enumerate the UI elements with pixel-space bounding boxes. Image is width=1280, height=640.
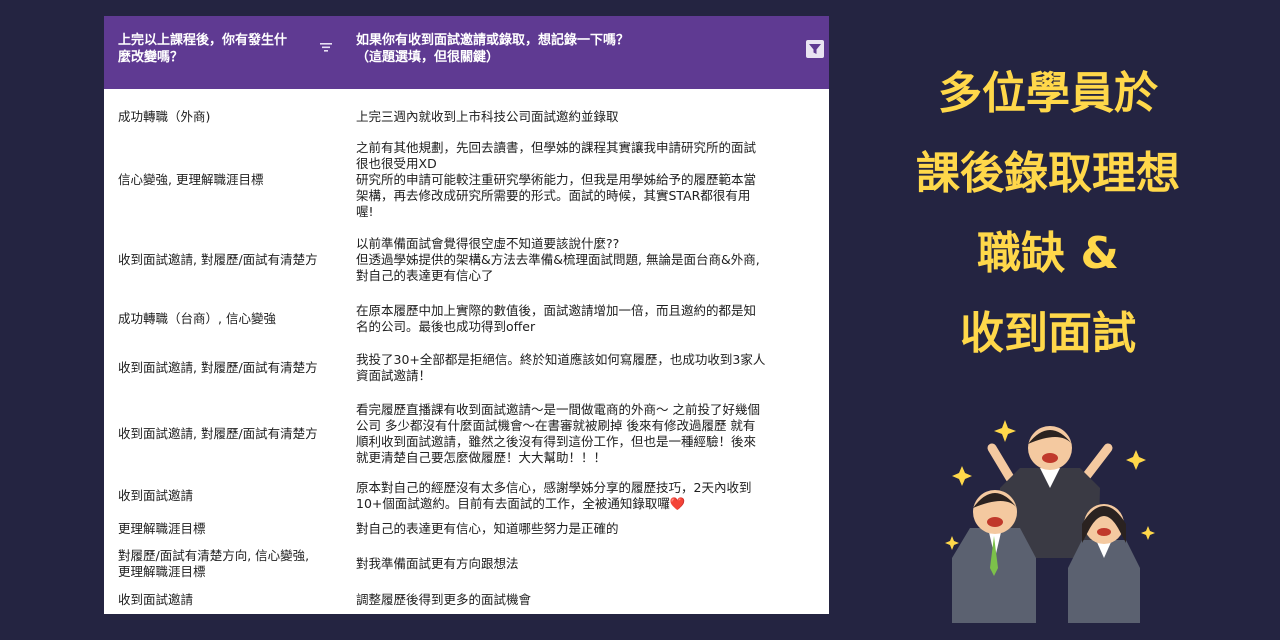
- table-row[interactable]: 對履歷/面試有清楚方向, 信心變強, 更理解職涯目標 對我準備面試更有方向跟想法: [104, 543, 829, 585]
- cell-text: 收到面試邀請, 對履歷/面試有清楚方: [118, 426, 318, 441]
- cell-text: 看完履歷直播課有收到面試邀請～是一間做電商的外商～ 之前投了好幾個: [356, 402, 760, 417]
- table-row[interactable]: 更理解職涯目標 對自己的表達更有信心，知道哪些努力是正確的: [104, 517, 829, 541]
- table-row[interactable]: 成功轉職（台商）, 信心變強 在原本履歷中加上實際的數值後，面試邀請增加一倍，而且…: [104, 296, 829, 342]
- cell-record: 在原本履歷中加上實際的數值後，面試邀請增加一倍，而且邀約的都是知 名的公司。最後也…: [356, 303, 821, 335]
- cell-record: 原本對自己的經歷沒有太多信心，感謝學姊分享的履歷技巧，2天內收到 10+個面試邀約…: [356, 480, 821, 512]
- cell-text: 名的公司。最後也成功得到offer: [356, 319, 536, 334]
- cell-text: 更理解職涯目標: [118, 564, 206, 579]
- filter-icon[interactable]: [806, 40, 824, 58]
- cell-change: 收到面試邀請: [118, 592, 348, 608]
- cell-text: 喔!: [356, 204, 374, 219]
- table-header: 上完以上課程後，你有發生什 麼改變嗎？ 如果你有收到面試邀請或錄取，想記錄一下嗎…: [104, 16, 829, 89]
- cell-change: 成功轉職（外商): [118, 109, 348, 125]
- cell-text: 收到面試邀請: [118, 592, 194, 607]
- cell-change: 信心變強, 更理解職涯目標: [118, 172, 348, 188]
- cell-text: 對我準備面試更有方向跟想法: [356, 556, 519, 571]
- response-sheet: 上完以上課程後，你有發生什 麼改變嗎？ 如果你有收到面試邀請或錄取，想記錄一下嗎…: [104, 16, 829, 614]
- table-row[interactable]: 收到面試邀請 調整履歷後得到更多的面試機會: [104, 588, 829, 612]
- cell-record: 上完三週內就收到上市科技公司面試邀約並錄取: [356, 109, 821, 125]
- cell-record: 對我準備面試更有方向跟想法: [356, 556, 821, 572]
- cell-text: 對自己的表達更有信心了: [356, 268, 494, 283]
- headline-line: 職缺 &: [977, 228, 1119, 279]
- cell-text: 10+個面試邀約。目前有去面試的工作，全被通知錄取囉❤️: [356, 496, 686, 511]
- cell-text: 原本對自己的經歷沒有太多信心，感謝學姊分享的履歷技巧，2天內收到: [356, 480, 752, 495]
- cell-text: 上完三週內就收到上市科技公司面試邀約並錄取: [356, 109, 619, 124]
- cell-change: 對履歷/面試有清楚方向, 信心變強, 更理解職涯目標: [118, 548, 348, 580]
- header-text: （這題選填，但很關鍵）: [356, 50, 500, 65]
- cell-change: 收到面試邀請, 對履歷/面試有清楚方: [118, 360, 348, 376]
- cell-text: 資面試邀請！: [356, 368, 432, 383]
- cell-text: 我投了30+全部都是拒絕信。終於知道應該如何寫履歷，也成功收到3家人: [356, 352, 766, 367]
- cell-text: 順利收到面試邀請，雖然之後沒有得到這份工作，但也是一種經驗！後來: [356, 434, 757, 449]
- cell-text: 調整履歷後得到更多的面試機會: [356, 592, 532, 607]
- headline-line: 多位學員於: [938, 68, 1158, 119]
- header-text: 如果你有收到面試邀請或錄取，想記錄一下嗎？: [356, 33, 630, 48]
- table-row[interactable]: 收到面試邀請, 對履歷/面試有清楚方 我投了30+全部都是拒絕信。終於知道應該如何…: [104, 345, 829, 391]
- cell-text: 但透過學姊提供的架構&方法去準備&梳理面試問題, 無論是面台商&外商,: [356, 252, 760, 267]
- cell-text: 以前準備面試會覺得很空虛不知道要該說什麼??: [356, 236, 620, 251]
- cell-text: 成功轉職（外商): [118, 109, 211, 124]
- header-text: 麼改變嗎？: [118, 50, 184, 65]
- table-row[interactable]: 成功轉職（外商) 上完三週內就收到上市科技公司面試邀約並錄取: [104, 102, 829, 132]
- cell-change: 成功轉職（台商）, 信心變強: [118, 311, 348, 327]
- cell-text: 研究所的申請可能較注重研究學術能力，但我是用學姊給予的履歷範本當: [356, 172, 757, 187]
- cell-text: 之前有其他規劃，先回去讀書，但學姊的課程其實讓我申請研究所的面試: [356, 140, 757, 155]
- table-row[interactable]: 收到面試邀請 原本對自己的經歷沒有太多信心，感謝學姊分享的履歷技巧，2天內收到 10…: [104, 477, 829, 515]
- cell-record: 我投了30+全部都是拒絕信。終於知道應該如何寫履歷，也成功收到3家人 資面試邀請！: [356, 352, 821, 384]
- cheering-people-icon: [945, 420, 1155, 623]
- cell-record: 對自己的表達更有信心，知道哪些努力是正確的: [356, 521, 821, 537]
- cell-change: 收到面試邀請, 對履歷/面試有清楚方: [118, 426, 348, 442]
- headline-line: 課後錄取理想: [916, 148, 1180, 199]
- cell-text: 公司 多少都沒有什麼面試機會～在書審就被刷掉 後來有修改過履歷 就有: [356, 418, 756, 433]
- cell-text: 信心變強, 更理解職涯目標: [118, 172, 264, 187]
- table-row[interactable]: 信心變強, 更理解職涯目標 之前有其他規劃，先回去讀書，但學姊的課程其實讓我申請研…: [104, 136, 829, 224]
- header-text: 上完以上課程後，你有發生什: [118, 33, 288, 48]
- cell-text: 更理解職涯目標: [118, 521, 206, 536]
- header-change-question[interactable]: 上完以上課程後，你有發生什 麼改變嗎？: [118, 32, 313, 66]
- cell-text: 就更清楚自己要怎麼做履歷！大大幫助！！！: [356, 450, 607, 465]
- cell-change: 收到面試邀請: [118, 488, 348, 504]
- cell-text: 在原本履歷中加上實際的數值後，面試邀請增加一倍，而且邀約的都是知: [356, 303, 757, 318]
- cell-text: 很也很受用XD: [356, 156, 437, 171]
- cell-text: 成功轉職（台商）, 信心變強: [118, 311, 276, 326]
- header-record-question[interactable]: 如果你有收到面試邀請或錄取，想記錄一下嗎？ （這題選填，但很關鍵）: [356, 32, 796, 66]
- table-row[interactable]: 收到面試邀請, 對履歷/面試有清楚方 看完履歷直播課有收到面試邀請～是一間做電商的…: [104, 394, 829, 474]
- cell-text: 對履歷/面試有清楚方向, 信心變強,: [118, 548, 310, 563]
- headline: 多位學員於 課後錄取理想 職缺 & 收到面試: [858, 54, 1238, 374]
- cell-text: 對自己的表達更有信心，知道哪些努力是正確的: [356, 521, 619, 536]
- cell-change: 收到面試邀請, 對履歷/面試有清楚方: [118, 252, 348, 268]
- cell-record: 看完履歷直播課有收到面試邀請～是一間做電商的外商～ 之前投了好幾個 公司 多少都沒…: [356, 402, 821, 466]
- cell-record: 調整履歷後得到更多的面試機會: [356, 592, 821, 608]
- headline-line: 收到面試: [960, 308, 1136, 359]
- sort-icon[interactable]: [318, 40, 334, 54]
- cell-record: 之前有其他規劃，先回去讀書，但學姊的課程其實讓我申請研究所的面試 很也很受用XD 研…: [356, 140, 821, 220]
- cell-text: 收到面試邀請, 對履歷/面試有清楚方: [118, 360, 318, 375]
- cell-record: 以前準備面試會覺得很空虛不知道要該說什麼?? 但透過學姊提供的架構&方法去準備&梳…: [356, 236, 821, 284]
- cell-text: 架構，再去修改成研究所需要的形式。面試的時候，其實STAR都很有用: [356, 188, 751, 203]
- table-row[interactable]: 收到面試邀請, 對履歷/面試有清楚方 以前準備面試會覺得很空虛不知道要該說什麼??…: [104, 227, 829, 293]
- cell-text: 收到面試邀請: [118, 488, 194, 503]
- cell-change: 更理解職涯目標: [118, 521, 348, 537]
- cell-text: 收到面試邀請, 對履歷/面試有清楚方: [118, 252, 318, 267]
